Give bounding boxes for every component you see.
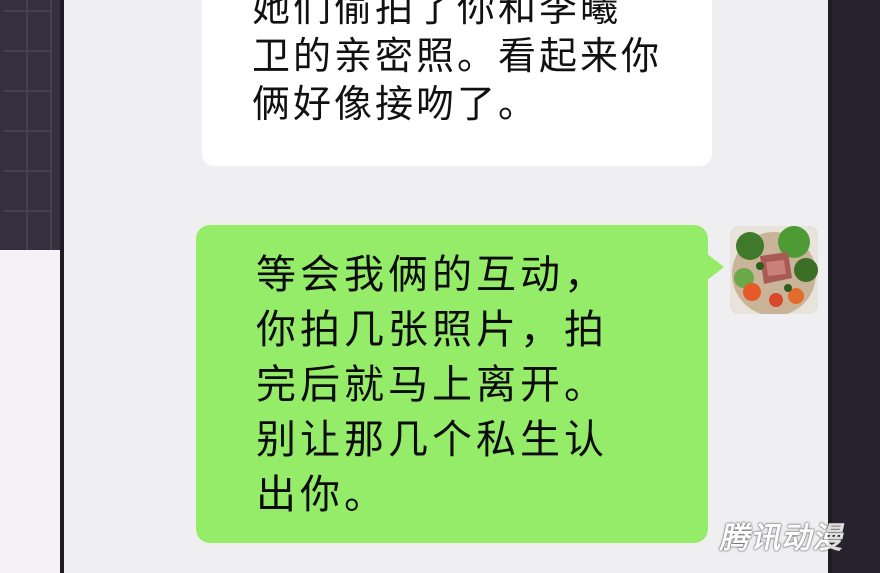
outgoing-message-text: 等会我俩的互动， 你拍几张照片，拍 完后就马上离开。 别让那几个私生认 出你。 bbox=[256, 252, 608, 518]
comic-frame-left bbox=[0, 0, 60, 573]
building-window-grid bbox=[4, 0, 52, 250]
comic-frame-right bbox=[832, 0, 880, 573]
comic-panel-edge bbox=[0, 250, 60, 573]
food-dish-avatar-icon[interactable] bbox=[730, 226, 818, 314]
incoming-message-text: 她们偷拍了你和李曦 卫的亲密照。看起来你 俩好像接吻了。 bbox=[252, 0, 663, 126]
chat-screen: 她们偷拍了你和李曦 卫的亲密照。看起来你 俩好像接吻了。 等会我俩的互动， 你拍… bbox=[60, 0, 832, 573]
avatar-image bbox=[730, 226, 818, 314]
watermark-logo: 腾讯动漫 bbox=[717, 521, 849, 556]
